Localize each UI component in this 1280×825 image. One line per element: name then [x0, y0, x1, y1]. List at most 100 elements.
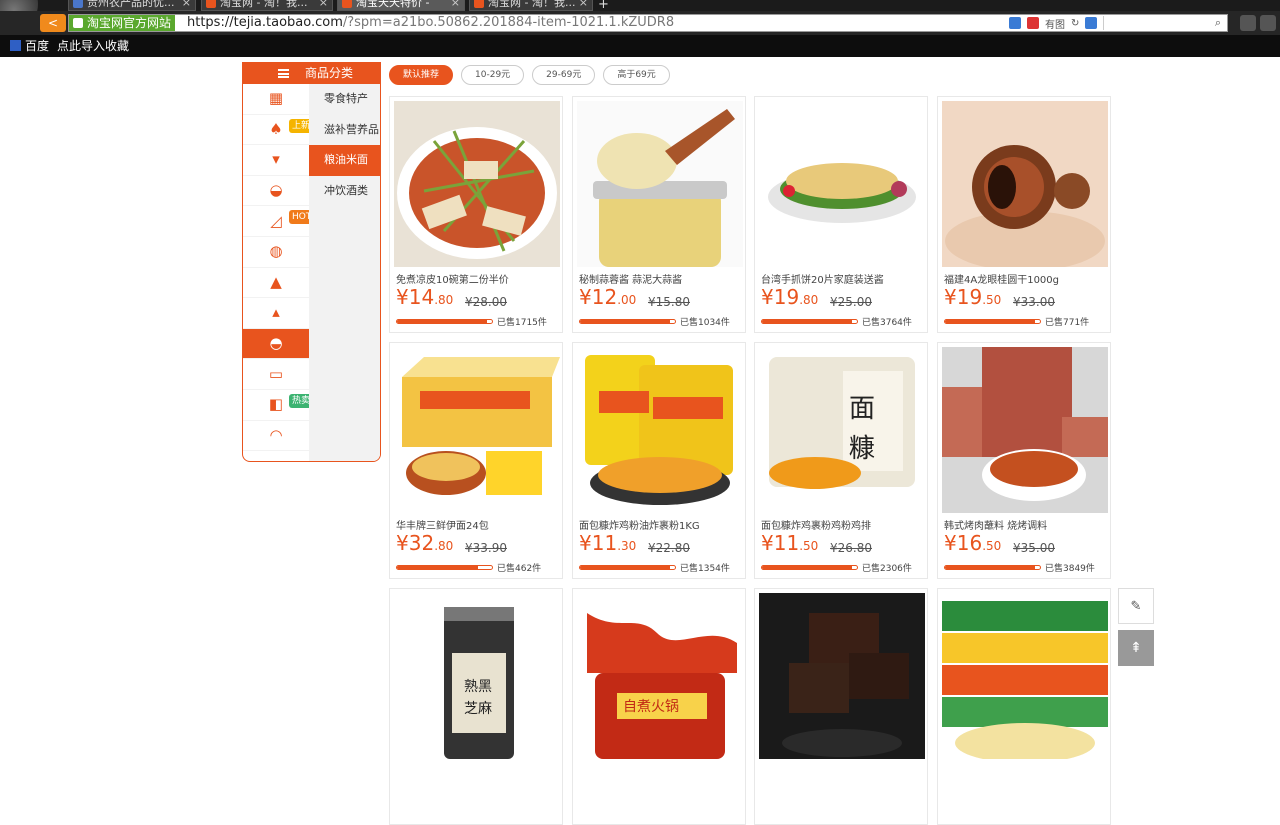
category-icon-item[interactable]: ▭	[243, 359, 309, 390]
product-card[interactable]	[754, 588, 928, 825]
product-card[interactable]	[937, 588, 1111, 825]
category-icon-item[interactable]: ◒	[243, 176, 309, 207]
extension-icon[interactable]	[1009, 17, 1021, 29]
original-price: ¥15.80	[648, 295, 690, 309]
taobao-favicon-icon	[474, 0, 484, 8]
product-card[interactable]: 免煮凉皮10碗第二份半价 ¥14.80 ¥28.00 已售1715件	[389, 96, 563, 333]
url-text[interactable]: https://tejia.taobao.com/?spm=a21bo.5086…	[187, 15, 674, 31]
sales-progress-bar	[944, 565, 1041, 570]
category-panel: 商品分类 ▦ ♠ 上新 ▾ ◒ ◿ HOT ◍ ▲ ▴ ◓ ▭ ◧ 热卖 ◠ 零食特产 滋补营养品 粮油米面 冲饮…	[242, 62, 381, 462]
product-image[interactable]: 自煮火锅	[577, 593, 743, 759]
sales-progress-fill	[580, 320, 671, 323]
filter-pill[interactable]: 10-29元	[461, 65, 525, 85]
product-card[interactable]: 面糠面包糠炸鸡裹粉鸡粉鸡排 ¥11.50 ¥26.80 已售2306件	[754, 342, 928, 579]
search-icon[interactable]: ⌕	[1215, 16, 1221, 30]
product-image[interactable]	[394, 347, 560, 513]
product-card[interactable]: 台湾手抓饼20片家庭装送酱 ¥19.80 ¥25.00 已售3764件	[754, 96, 928, 333]
user-icon[interactable]	[1260, 15, 1276, 31]
subcategory-item[interactable]: 冲饮酒类	[309, 176, 380, 207]
image-mode-label[interactable]: 有图	[1045, 16, 1065, 31]
sales-progress-bar	[579, 319, 676, 324]
filter-pill[interactable]: 29-69元	[532, 65, 596, 85]
product-name[interactable]: 华丰牌三鲜伊面24包	[396, 517, 558, 532]
back-to-top-button[interactable]: ⇞	[1118, 630, 1154, 666]
product-name[interactable]: 面包糠炸鸡裹粉鸡粉鸡排	[761, 517, 923, 532]
subcategory-item[interactable]: 粮油米面	[309, 145, 380, 176]
refresh-icon[interactable]: ↻	[1071, 18, 1079, 29]
product-card[interactable]: 华丰牌三鲜伊面24包 ¥32.80 ¥33.90 已售462件	[389, 342, 563, 579]
category-icon-item[interactable]: ▦	[243, 84, 309, 115]
lamp-icon: ▴	[272, 303, 280, 322]
sold-count: 已售771件	[1045, 318, 1090, 328]
product-name[interactable]: 秘制蒜蓉酱 蒜泥大蒜酱	[579, 271, 741, 286]
jacket-icon: ◍	[269, 242, 283, 261]
subcategory-item[interactable]: 滋补营养品	[309, 115, 380, 146]
product-image[interactable]	[759, 593, 925, 759]
product-image[interactable]	[577, 347, 743, 513]
product-image[interactable]	[577, 101, 743, 267]
search-engine-icon[interactable]	[1085, 17, 1098, 29]
product-name[interactable]: 福建4A龙眼桂圆干1000g	[944, 271, 1106, 286]
bottle-icon: ▲	[270, 272, 282, 291]
filter-pill[interactable]: 高于69元	[603, 65, 670, 85]
category-icon-item[interactable]: ▲	[243, 268, 309, 299]
product-card[interactable]: 韩式烤肉蘸料 烧烤调料 ¥16.50 ¥35.00 已售3849件	[937, 342, 1111, 579]
close-tab-icon[interactable]: ×	[182, 0, 191, 9]
product-image[interactable]	[942, 101, 1108, 267]
address-bar[interactable]: 淘宝网官方网站 https://tejia.taobao.com/?spm=a2…	[68, 14, 1228, 32]
heel-icon: ◿	[270, 211, 282, 230]
product-name[interactable]: 面包糠炸鸡粉油炸裹粉1KG	[579, 517, 741, 532]
tab-3-active[interactable]: 淘宝天天特价 - ×	[337, 0, 465, 11]
product-card[interactable]: 自煮火锅	[572, 588, 746, 825]
filter-pill[interactable]: 默认推荐	[389, 65, 454, 85]
category-icon-item[interactable]: ▴	[243, 298, 309, 329]
browser-tab-bar: 贵州农产品的优... × 淘宝网 - 淘！我... × 淘宝天天特价 - × 淘…	[0, 0, 1280, 11]
bookmark-baidu[interactable]: 百度	[10, 39, 49, 53]
adblock-icon[interactable]	[1027, 17, 1039, 29]
subcategory-item[interactable]: 零食特产	[309, 84, 380, 115]
product-image[interactable]	[394, 101, 560, 267]
close-tab-icon[interactable]: ×	[451, 0, 460, 9]
product-image[interactable]: 面糠	[759, 347, 925, 513]
product-name[interactable]: 免煮凉皮10碗第二份半价	[396, 271, 558, 286]
close-tab-icon[interactable]: ×	[319, 0, 328, 9]
product-card[interactable]: 面包糠炸鸡粉油炸裹粉1KG ¥11.30 ¥22.80 已售1354件	[572, 342, 746, 579]
category-icon-item[interactable]: ♠ 上新	[243, 115, 314, 146]
svg-text:熟黑: 熟黑	[464, 679, 492, 695]
extension-k-icon[interactable]	[1240, 15, 1256, 31]
product-card[interactable]: 秘制蒜蓉酱 蒜泥大蒜酱 ¥12.00 ¥15.80 已售1034件	[572, 96, 746, 333]
sales-progress-fill	[762, 320, 853, 323]
new-tab-button[interactable]: +	[598, 0, 609, 11]
product-name[interactable]: 台湾手抓饼20片家庭装送酱	[761, 271, 923, 286]
pencil-icon: ✎	[1130, 598, 1142, 614]
product-name[interactable]: 韩式烤肉蘸料 烧烤调料	[944, 517, 1106, 532]
category-icon-item[interactable]: ◓	[243, 328, 309, 360]
product-image[interactable]: 熟黑 芝麻	[394, 593, 560, 759]
product-card[interactable]: 熟黑 芝麻	[389, 588, 563, 825]
tab-2[interactable]: 淘宝网 - 淘！我... ×	[201, 0, 333, 11]
bookmarks-bar: 百度 点此导入收藏	[0, 35, 1280, 57]
bookmark-import[interactable]: 点此导入收藏	[57, 39, 129, 53]
product-image[interactable]	[942, 593, 1108, 759]
category-icon-item[interactable]: ◍	[243, 237, 309, 268]
feedback-button[interactable]: ✎	[1118, 588, 1154, 624]
original-price: ¥26.80	[830, 541, 872, 555]
sales-progress-bar	[761, 565, 858, 570]
original-price: ¥33.00	[1013, 295, 1055, 309]
category-icon-item[interactable]: ▾	[243, 145, 309, 176]
back-button[interactable]: <	[40, 14, 66, 32]
close-tab-icon[interactable]: ×	[579, 0, 588, 9]
product-card[interactable]: 福建4A龙眼桂圆干1000g ¥19.50 ¥33.00 已售771件	[937, 96, 1111, 333]
price-integer: ¥12	[579, 285, 618, 309]
category-header: 商品分类	[243, 62, 380, 84]
tab-4[interactable]: 淘宝网 - 淘！我... ×	[469, 0, 593, 11]
category-icon-item[interactable]: ◠	[243, 421, 309, 452]
verified-site-badge[interactable]: 淘宝网官方网站	[69, 15, 176, 31]
category-icon-item[interactable]: ◧ 热卖	[243, 390, 314, 421]
product-image[interactable]	[759, 101, 925, 267]
svg-text:芝麻: 芝麻	[464, 701, 492, 717]
category-icon-item[interactable]: ◿ HOT	[243, 206, 315, 237]
tab-1[interactable]: 贵州农产品的优... ×	[68, 0, 196, 11]
product-image[interactable]	[942, 347, 1108, 513]
search-input[interactable]: ⌕	[1103, 16, 1223, 30]
